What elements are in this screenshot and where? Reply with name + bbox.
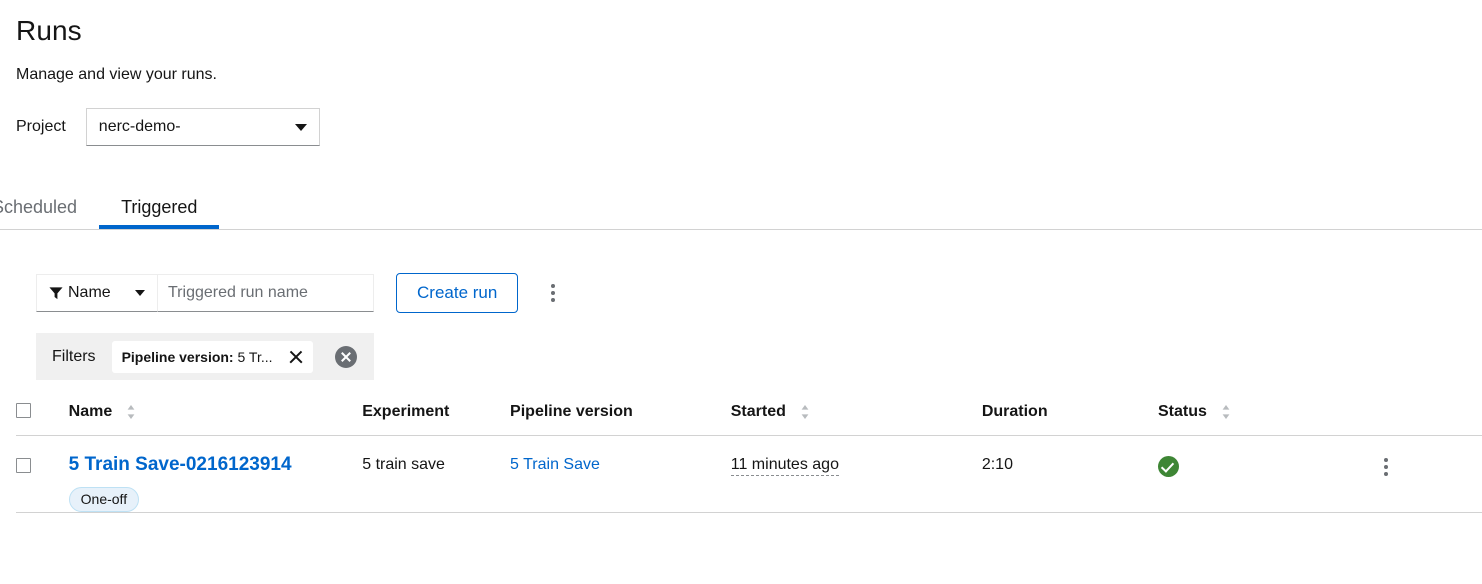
project-select-value: nerc-demo- [98,118,181,135]
column-header-name[interactable]: Name [68,403,363,436]
close-icon[interactable] [285,346,307,368]
chevron-down-icon [294,123,307,131]
column-header-started[interactable]: Started [730,403,982,436]
column-header-duration: Duration [981,403,1158,436]
tab-scheduled[interactable]: Scheduled [0,176,99,229]
tabs-bar: Scheduled Triggered [0,176,1482,230]
select-all-header [16,403,69,436]
applied-filters-bar: Filters Pipeline version: 5 Tr... [36,333,374,380]
status-badge: One-off [68,487,140,512]
tab-triggered[interactable]: Triggered [99,176,220,229]
filters-label: Filters [52,347,96,365]
column-header-pipeline-version: Pipeline version [510,403,731,436]
column-header-status[interactable]: Status [1157,403,1361,436]
kebab-dot [1384,472,1389,476]
started-relative-time: 11 minutes ago [730,456,839,476]
check-circle-icon [1157,456,1179,477]
project-select[interactable]: nerc-demo- [85,108,320,146]
kebab-dot [551,298,556,302]
filter-chip-pipeline-version: Pipeline version: 5 Tr... [111,340,313,373]
clear-all-filters-icon[interactable] [334,345,357,368]
row-checkbox[interactable] [16,458,31,473]
column-header-actions [1360,403,1482,436]
sort-icon [126,404,136,420]
create-run-button[interactable]: Create run [396,273,519,313]
row-status-cell [1157,435,1361,513]
filter-chip-prefix: Pipeline version: [121,348,234,365]
filter-attribute-select[interactable]: Name [36,274,158,312]
row-pipeline-version-cell: 5 Train Save [510,435,731,513]
row-kebab-menu-button[interactable] [1374,456,1398,478]
table-row: 5 Train Save-0216123914 One-off 5 train … [16,435,1482,513]
filter-chip-value: 5 Tr... [237,348,273,365]
search-input[interactable] [158,274,374,312]
filter-chip-text: Pipeline version: 5 Tr... [122,349,273,365]
kebab-dot [1384,458,1389,462]
page-title: Runs [16,15,82,46]
kebab-dot [551,291,556,295]
column-header-pipeline-version-label: Pipeline version [510,403,633,420]
project-selector-row: Project nerc-demo- [16,108,1466,146]
chevron-down-icon [135,290,145,296]
runs-toolbar: Name Create run [36,273,1482,313]
row-select-cell [16,435,69,513]
runs-table: Name Experiment Pipeline version Started… [16,403,1482,513]
row-experiment-cell: 5 train save [362,435,511,513]
filter-attribute-label: Name [68,284,111,301]
column-header-duration-label: Duration [981,403,1048,420]
sort-icon [1221,404,1231,420]
row-name-cell: 5 Train Save-0216123914 One-off [68,435,363,513]
column-header-experiment-label: Experiment [362,403,450,420]
row-actions-cell [1360,435,1482,513]
row-duration-cell: 2:10 [981,435,1158,513]
table-header-row: Name Experiment Pipeline version Started… [16,403,1482,436]
sort-icon [800,404,810,420]
row-started-cell: 11 minutes ago [730,435,982,513]
page-subtitle: Manage and view your runs. [16,66,217,83]
filter-group: Name [36,274,374,312]
column-header-experiment: Experiment [362,403,511,436]
column-header-status-label: Status [1157,403,1207,420]
kebab-dot [1384,465,1389,469]
page-header: Runs Manage and view your runs. Project … [0,0,1482,146]
pipeline-version-link[interactable]: 5 Train Save [510,456,600,473]
select-all-checkbox[interactable] [16,403,31,419]
run-name-link[interactable]: 5 Train Save-0216123914 [69,453,292,477]
toolbar-kebab-menu-button[interactable] [540,277,566,309]
funnel-icon [49,286,63,300]
project-label: Project [16,118,66,135]
column-header-name-label: Name [68,403,113,420]
column-header-started-label: Started [730,403,786,420]
kebab-dot [551,284,556,288]
